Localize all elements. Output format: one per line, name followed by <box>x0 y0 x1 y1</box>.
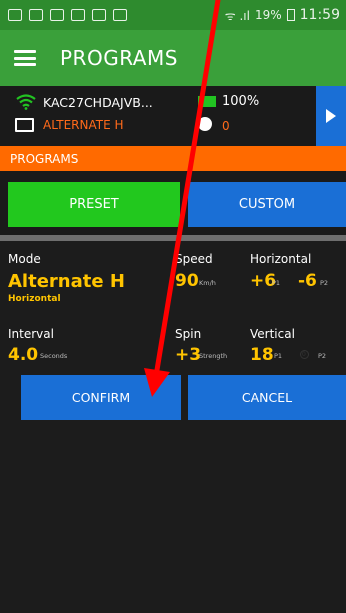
device-battery-icon <box>198 96 216 107</box>
cancel-button[interactable]: CANCEL <box>188 375 346 420</box>
page-title: PROGRAMS <box>60 46 178 70</box>
horizontal-p1-unit: P1 <box>272 279 281 287</box>
confirm-button[interactable]: CONFIRM <box>21 375 181 420</box>
settings-panel: Mode Alternate H Horizontal Speed 90 Km/… <box>0 241 346 613</box>
tools-icon <box>92 9 106 21</box>
mode-label: Mode <box>8 252 41 266</box>
play-button[interactable] <box>316 86 346 146</box>
spin-unit: Strength <box>199 352 228 360</box>
vertical-p1-value: 18 <box>250 345 274 365</box>
app-icon <box>50 9 64 21</box>
device-bar: KAC27CHDAJVB... ALTERNATE H 100% 0 <box>0 86 346 146</box>
section-header: PROGRAMS <box>0 146 346 171</box>
notification-icon <box>71 9 85 21</box>
battery-icon <box>286 9 295 21</box>
device-name: KAC27CHDAJVB... <box>43 95 153 110</box>
menu-icon[interactable] <box>14 50 36 66</box>
horizontal-p2-unit: P2 <box>320 279 329 287</box>
interval-unit: Seconds <box>40 352 68 360</box>
vertical-p1-unit: P1 <box>274 352 283 360</box>
current-program: ALTERNATE H <box>43 118 124 132</box>
gallery-icon <box>113 9 127 21</box>
play-icon <box>326 109 336 123</box>
clock: 11:59 <box>299 7 340 23</box>
status-bar: ᯤ .ıl 19% 11:59 <box>0 0 346 30</box>
wifi-icon <box>16 94 36 110</box>
ball-count: 0 <box>222 119 230 133</box>
signal-icon: ᯤ .ıl <box>224 8 250 23</box>
interval-label: Interval <box>8 327 54 341</box>
mode-sub: Horizontal <box>8 294 61 304</box>
preset-button[interactable]: PRESET <box>8 182 180 227</box>
horizontal-p2-value: -6 <box>298 271 317 291</box>
interval-value: 4.0 <box>8 345 39 365</box>
app-bar: PROGRAMS <box>0 30 346 86</box>
mode-value: Alternate H <box>8 271 125 292</box>
vertical-p2-unit: P2 <box>318 352 327 360</box>
image-icon <box>29 9 43 21</box>
spin-label: Spin <box>175 327 202 341</box>
ball-icon <box>198 117 212 131</box>
vertical-label: Vertical <box>250 327 295 341</box>
mail-icon <box>8 9 22 21</box>
battery-percent: 19% <box>254 8 282 22</box>
custom-button[interactable]: CUSTOM <box>188 182 346 227</box>
folder-icon <box>15 118 34 132</box>
speed-unit: Km/h <box>199 279 216 287</box>
horizontal-label: Horizontal <box>250 252 312 266</box>
spin-value: +3 <box>175 345 202 365</box>
speed-value: 90 <box>175 271 199 291</box>
device-battery-percent: 100% <box>222 94 260 109</box>
program-type-tabs: PRESET CUSTOM <box>0 171 346 235</box>
speed-label: Speed <box>175 252 213 266</box>
vertical-p2-value: 0 <box>302 351 306 358</box>
notification-icons <box>8 9 127 21</box>
